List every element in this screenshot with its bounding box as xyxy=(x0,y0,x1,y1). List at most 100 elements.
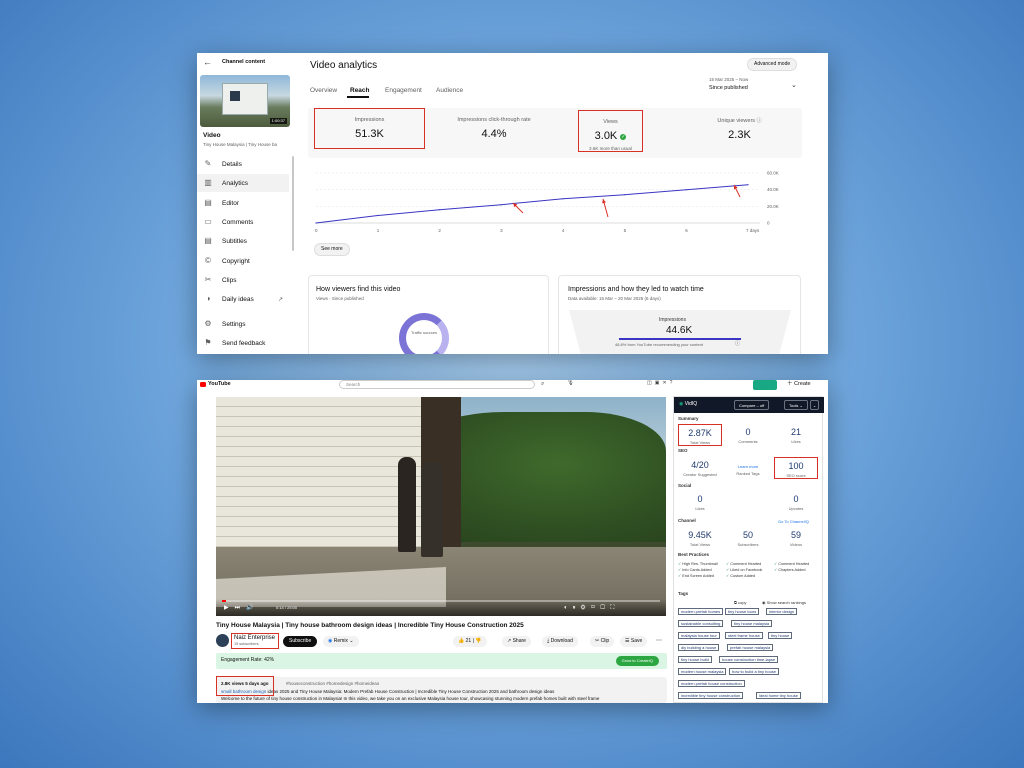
tag-chip[interactable]: house construction time-lapse xyxy=(719,656,779,663)
tag-chip[interactable]: tiny house tours xyxy=(725,608,760,615)
search-input[interactable]: Search xyxy=(339,380,535,389)
date-range[interactable]: 15 Mar 2025 – Now xyxy=(709,77,748,83)
info-icon[interactable]: ⓘ xyxy=(735,342,740,347)
tag-chip[interactable]: diy building a house xyxy=(678,644,720,651)
tab-engagement[interactable]: Engagement xyxy=(385,87,422,94)
sidebar-item-analytics[interactable]: ▥ Analytics xyxy=(197,174,289,192)
social-stat[interactable]: 0 Likes xyxy=(678,491,722,513)
views-point[interactable] xyxy=(315,222,317,224)
youtube-logo-icon[interactable] xyxy=(200,382,206,387)
info-icon[interactable]: ⓘ xyxy=(757,118,762,124)
sidebar-item-subtitles[interactable]: ▤ Subtitles xyxy=(197,232,289,250)
views-point[interactable] xyxy=(685,189,687,191)
copy-tags-button[interactable]: ⧉ copy xyxy=(734,601,746,605)
tag-chip[interactable]: modern prefab house construction xyxy=(678,680,745,687)
more-icon[interactable]: ⋯ xyxy=(656,638,662,644)
views-series-line[interactable] xyxy=(315,184,749,224)
views-point[interactable] xyxy=(747,184,749,186)
player-right-controls[interactable]: ◐⏸⚙▭▢⛶ xyxy=(564,605,619,611)
seo-stat[interactable]: Learn more Ranked Tags xyxy=(726,457,770,479)
see-more-button[interactable]: See more xyxy=(314,243,350,256)
compare-toggle[interactable]: Compare – off xyxy=(734,400,770,410)
download-button[interactable]: ⤓ Download xyxy=(542,636,578,647)
share-button[interactable]: ↗ Share xyxy=(502,636,531,647)
sidebar-item-editor[interactable]: ▤ Editor xyxy=(197,194,289,212)
best-practice-label: Custom Added xyxy=(730,574,756,578)
back-arrow-icon[interactable]: ← xyxy=(203,58,212,67)
views-point[interactable] xyxy=(438,209,441,211)
remix-button[interactable]: ◉ Remix ⌄ xyxy=(323,636,359,647)
seo-stat[interactable]: 4/20 Creator Suggested xyxy=(678,457,722,479)
metric-views[interactable]: Views 3.0K ✓ 2.6K more than usual xyxy=(578,110,643,152)
summary-stat[interactable]: 21 Likes xyxy=(774,424,818,446)
views-point[interactable] xyxy=(623,194,626,196)
channel-stat[interactable]: 50 Subscribers xyxy=(726,527,770,549)
tag-chip[interactable]: modern house malaysia xyxy=(678,668,727,675)
channel-stat[interactable]: 9.45K Total Views xyxy=(678,527,722,549)
advanced-mode-button[interactable]: Advanced mode xyxy=(747,58,798,71)
player-left-controls[interactable]: ▶⏭🔊 xyxy=(224,605,260,611)
video-thumbnail[interactable]: 1:00:37 xyxy=(200,75,290,127)
tag-chip[interactable]: how to build a tiny house xyxy=(729,668,780,675)
sidebar-item-settings[interactable]: ⚙ Settings xyxy=(197,315,289,333)
tag-chip[interactable]: interior design xyxy=(766,608,798,615)
tools-button[interactable]: Tools ⌄ xyxy=(784,400,808,410)
like-button[interactable]: 👍 21 | 👎 xyxy=(453,636,487,647)
progress-bar[interactable] xyxy=(222,600,660,602)
sidebar-item-comments[interactable]: ▭ Comments xyxy=(197,213,289,231)
summary-stat[interactable]: 2.87K Total Views xyxy=(678,424,722,446)
tab-audience[interactable]: Audience xyxy=(436,87,463,94)
sidebar-item-daily-ideas[interactable]: ◑ Daily ideas ↗ xyxy=(197,290,289,308)
metric-impressions[interactable]: Impressions 51.3K xyxy=(314,108,425,149)
external-link-icon[interactable]: ↗ xyxy=(278,296,283,303)
seo-stat[interactable]: 100 SEO score xyxy=(774,457,818,479)
show-rankings-toggle[interactable]: ◉ Show search rankings xyxy=(762,601,806,605)
channel-info[interactable]: Naiz Enterprise 19 subscribers xyxy=(231,633,279,649)
sidebar-item-details[interactable]: ✎ Details xyxy=(197,155,289,173)
sidebar-item-clips[interactable]: ✂ Clips xyxy=(197,271,289,289)
channel-stat[interactable]: 59 Videos xyxy=(774,527,818,549)
search-icon[interactable]: ⌕ xyxy=(541,381,544,387)
views-point[interactable] xyxy=(562,198,564,200)
tag-chip[interactable]: steel frame house xyxy=(725,632,763,639)
tag-chip[interactable]: ideal home tiny house xyxy=(756,692,801,699)
tag-chip[interactable]: malaysia house tour xyxy=(678,632,720,639)
mic-icon[interactable]: 🎙 xyxy=(567,380,574,387)
metric-ctr[interactable]: Impressions click-through rate 4.4% xyxy=(439,109,549,155)
subscribe-button[interactable]: Subscribe xyxy=(283,636,318,647)
description-box[interactable]: 2.8K views 5 days ago #houseconstruction… xyxy=(216,677,667,703)
channel-name[interactable]: Naiz Enterprise xyxy=(234,635,275,641)
summary-stat[interactable]: 0 Comments xyxy=(726,424,770,446)
youtube-logo-text[interactable]: YouTube xyxy=(208,381,231,388)
sidebar-item-send-feedback[interactable]: ⚑ Send feedback xyxy=(197,334,289,352)
tab-overview[interactable]: Overview xyxy=(310,87,337,94)
views-point[interactable] xyxy=(377,214,379,217)
create-button[interactable]: ＋ Create xyxy=(787,381,811,388)
hashtags[interactable]: #houseconstruction #homedesign #homeidea… xyxy=(286,681,379,687)
sidebar-scrollbar[interactable] xyxy=(292,156,294,251)
tag-chip[interactable]: prefab house malaysia xyxy=(727,644,774,651)
sidebar-item-copyright[interactable]: © Copyright xyxy=(197,252,289,270)
extension-active-icon[interactable] xyxy=(753,380,777,390)
save-button[interactable]: ☰ Save xyxy=(620,636,648,647)
tag-chip[interactable]: tiny house malaysia xyxy=(731,620,773,627)
tag-chip[interactable]: sustainable consulting xyxy=(678,620,724,627)
chevron-down-icon[interactable]: ⌄ xyxy=(810,400,819,410)
tag-chip[interactable]: tiny house xyxy=(768,632,793,639)
date-sub[interactable]: Since published xyxy=(709,85,748,92)
go-to-channel-link[interactable]: Go To Channel!Q xyxy=(778,520,809,524)
tag-chip[interactable]: modern prefab homes xyxy=(678,608,724,615)
chevron-down-icon[interactable]: ⌄ xyxy=(791,82,797,89)
tab-reach[interactable]: Reach xyxy=(350,87,370,94)
social-stat[interactable]: 0 Upvotes xyxy=(774,491,818,513)
metric-unique-viewers[interactable]: Unique viewers ⓘ 2.3K xyxy=(677,109,802,155)
extension-icons[interactable]: ◫▣✕? xyxy=(647,381,675,386)
views-point[interactable] xyxy=(500,204,502,206)
tag-chip[interactable]: tiny house build xyxy=(678,656,712,663)
clip-button[interactable]: ✂ Clip xyxy=(590,636,615,647)
video-player[interactable]: ▶⏭🔊 0:14 / 25:00 ◐⏸⚙▭▢⛶ xyxy=(216,397,666,616)
channel-avatar[interactable] xyxy=(216,634,229,647)
back-label[interactable]: Channel content xyxy=(222,59,265,66)
tag-chip[interactable]: incredible tiny house construction xyxy=(678,692,744,699)
engagement-cta-button[interactable]: Grow to CreateIQ xyxy=(615,656,659,666)
